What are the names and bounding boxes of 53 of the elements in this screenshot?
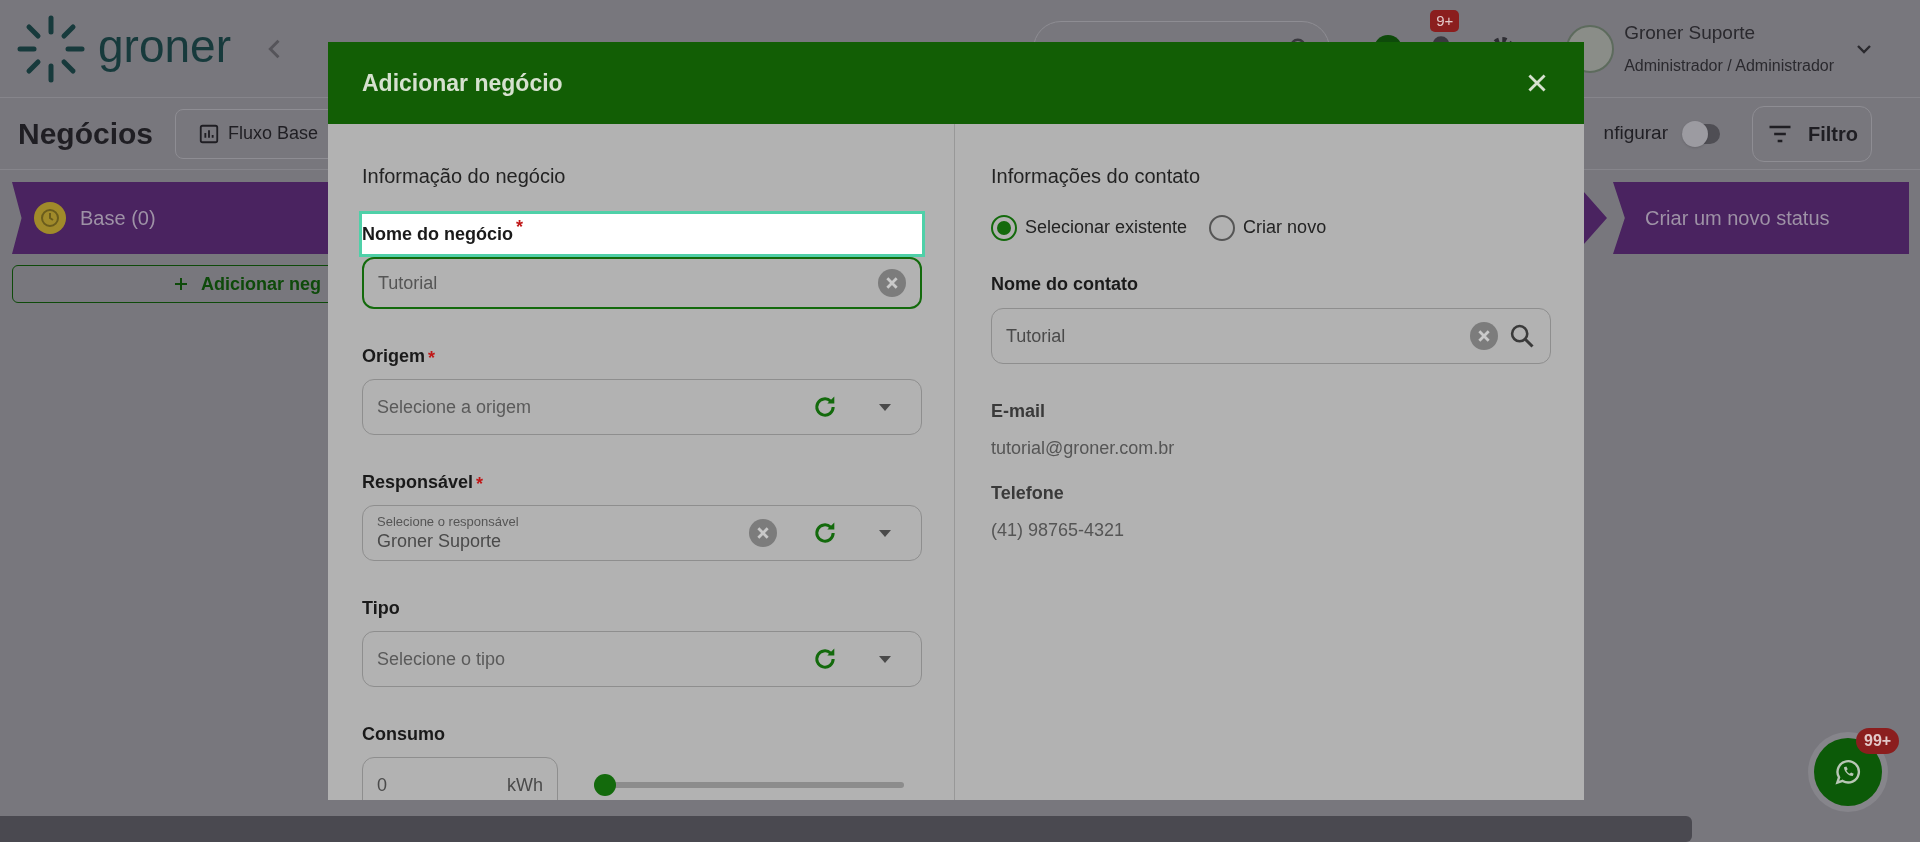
- chart-icon: [198, 122, 221, 145]
- field-placeholder: Selecione a origem: [377, 395, 533, 419]
- field-placeholder: Selecione o tipo: [377, 647, 507, 671]
- required-asterisk: *: [476, 473, 484, 496]
- field-label: Tipo: [362, 597, 401, 619]
- new-status-button[interactable]: Criar um novo status: [1613, 182, 1909, 254]
- section-heading: Informações do contato: [991, 164, 1201, 188]
- notification-badge: 9+: [1430, 9, 1460, 32]
- field-label: Nome do contato: [991, 273, 1139, 296]
- required-asterisk: *: [428, 347, 436, 370]
- text-field[interactable]: Tutorial: [362, 257, 922, 309]
- detail-value: tutorial@groner.com.br: [991, 437, 1176, 460]
- filter-button[interactable]: Filtro: [1752, 105, 1872, 162]
- user-role: Administrador / Administrador: [1624, 55, 1834, 76]
- detail-label: E-mail: [991, 400, 1047, 423]
- modal-title: Adicionar negócio: [362, 68, 563, 98]
- search-field[interactable]: Tutorial: [991, 308, 1551, 364]
- dropdown-field[interactable]: Selecione o tipo: [362, 631, 922, 687]
- radio-button[interactable]: [991, 214, 1017, 241]
- logo[interactable]: groner: [16, 13, 231, 84]
- detail-value: (41) 98765-4321: [991, 519, 1126, 542]
- column-title: Base (0): [80, 206, 156, 231]
- clear-icon[interactable]: [1470, 322, 1498, 350]
- field-label: Consumo: [362, 723, 446, 745]
- field-label: Responsável *: [362, 471, 922, 493]
- dropdown-field[interactable]: Selecione o responsável Groner Suporte: [362, 505, 922, 561]
- logo-icon: [16, 13, 86, 84]
- page-title: Negócios: [18, 116, 154, 152]
- dropdown-field[interactable]: Selecione a origem: [362, 379, 922, 435]
- plus-icon: [173, 276, 189, 292]
- slider-thumb[interactable]: [594, 774, 616, 796]
- required-asterisk: *: [516, 216, 524, 239]
- clock-icon: [34, 202, 66, 234]
- notification-badge: 99+: [1856, 728, 1900, 754]
- clear-icon[interactable]: [749, 519, 777, 547]
- unit-label: kWh: [507, 773, 543, 797]
- field-value: Groner Suporte: [377, 530, 503, 552]
- section-heading: Informação do negócio: [362, 164, 567, 188]
- radio-button[interactable]: [1209, 214, 1236, 241]
- scrollbar[interactable]: [0, 816, 1692, 842]
- clear-icon[interactable]: [878, 269, 906, 297]
- detail-label: Telefone: [991, 482, 1065, 505]
- toggle-switch[interactable]: [1682, 123, 1720, 144]
- user-name: Groner Suporte: [1624, 21, 1757, 46]
- configure-label: nfigurar: [1603, 121, 1668, 146]
- radio-option[interactable]: Selecionar existente: [991, 214, 1188, 241]
- number-field[interactable]: 0 kWh: [362, 757, 558, 800]
- radio-option[interactable]: Criar novo: [1209, 214, 1327, 241]
- search-icon[interactable]: [1508, 322, 1536, 350]
- field-label: Nome do negócio *: [362, 214, 922, 254]
- slider[interactable]: [594, 774, 904, 796]
- field-hint: Selecione o responsável: [377, 514, 520, 530]
- field-label: Origem *: [362, 345, 922, 367]
